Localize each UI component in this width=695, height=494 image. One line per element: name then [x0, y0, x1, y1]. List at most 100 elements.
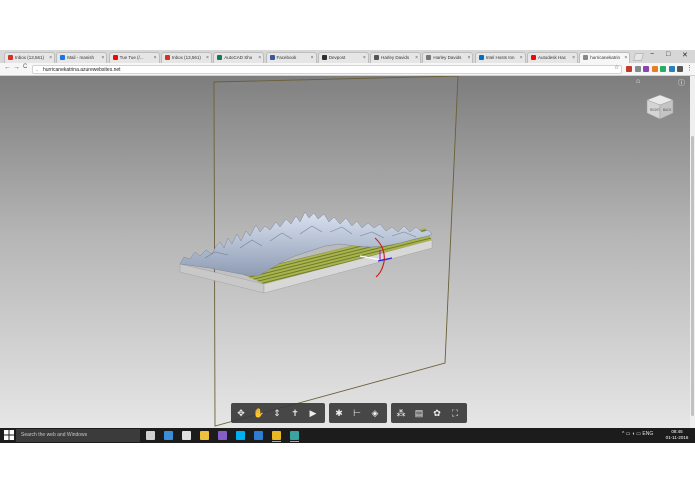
properties-icon[interactable]: ▤ — [412, 406, 426, 420]
tab-favicon-icon — [269, 55, 275, 60]
browser-tab[interactable]: Mail - manish × — [56, 52, 108, 63]
extension-icon[interactable] — [626, 66, 632, 72]
tab-title: Tue Tue (/... — [119, 55, 144, 60]
clock-date: 01-11-2016 — [665, 435, 689, 440]
extension-icon[interactable] — [651, 66, 658, 72]
measure-icon[interactable]: ⊢ — [350, 406, 364, 420]
back-button[interactable]: ← — [4, 64, 11, 71]
tab-title: Intel Hosts Inn — [485, 55, 515, 60]
chrome-icon[interactable] — [272, 431, 281, 440]
toolbar-group: ✱ ⊢ ◈ — [329, 403, 387, 423]
orbit-icon[interactable]: ✥ — [234, 406, 248, 420]
browser-menu-icon[interactable]: ⋮ — [686, 64, 693, 72]
page-icon: ▫ — [36, 68, 38, 74]
extension-icon[interactable] — [668, 66, 675, 72]
browser-tab[interactable]: Harley Davids × — [370, 52, 422, 63]
tab-close-icon[interactable]: × — [572, 53, 575, 63]
close-window-button[interactable]: ✕ — [682, 51, 688, 59]
bookmark-star-icon[interactable]: ☆ — [614, 64, 619, 71]
taskbar-clock[interactable]: 08:45 01-11-2016 — [660, 429, 694, 441]
tab-close-icon[interactable]: × — [258, 53, 261, 63]
browser-tab[interactable]: Inbox (13,561) × — [160, 52, 212, 63]
extension-icon[interactable] — [643, 66, 649, 72]
first-person-icon[interactable]: ✝ — [288, 406, 302, 420]
tab-title: Facebook — [276, 55, 297, 60]
browser-tab[interactable]: Autodesk Hac × — [527, 52, 578, 63]
tab-close-icon[interactable]: × — [520, 53, 523, 63]
tab-close-icon[interactable]: × — [415, 53, 418, 63]
tab-close-icon[interactable]: × — [206, 53, 209, 63]
extension-icon[interactable] — [677, 66, 683, 72]
browser-tab[interactable]: hurricanekatrin × — [579, 52, 631, 63]
minimize-button[interactable]: − — [650, 51, 654, 58]
settings-icon[interactable]: ✿ — [430, 406, 444, 420]
tab-title: Mail - manish — [67, 55, 95, 60]
tab-favicon-icon — [478, 55, 484, 60]
tab-favicon-icon — [426, 55, 432, 60]
tab-close-icon[interactable]: × — [467, 53, 470, 63]
viewcube-face-left: RIGHT — [650, 108, 660, 112]
tab-title: Harley Davids — [381, 55, 410, 60]
running-indicator — [272, 441, 281, 442]
tab-close-icon[interactable]: × — [624, 53, 627, 63]
windows-logo-icon[interactable] — [4, 430, 14, 440]
toolbar-group: ✥ ✋ ⇕ ✝ ▶ — [231, 403, 325, 423]
scrollbar-thumb[interactable] — [691, 136, 694, 416]
tab-close-icon[interactable]: × — [311, 53, 314, 63]
pan-icon[interactable]: ✋ — [252, 406, 266, 420]
viewcube-face-right: BACK — [663, 108, 673, 112]
home-icon[interactable]: ⌂ — [636, 78, 640, 85]
tab-close-icon[interactable]: × — [363, 53, 366, 63]
extension-icon[interactable] — [660, 66, 666, 72]
screen: Inbox (13,561) × Mail - manish × Tue Tue (/.… — [0, 0, 695, 494]
model-browser-icon[interactable]: ⁂ — [394, 406, 408, 420]
tab-favicon-icon — [531, 55, 536, 60]
extension-icon[interactable] — [634, 66, 641, 72]
browser-tab[interactable]: Intel Hosts Inn × — [474, 52, 526, 63]
tab-favicon-icon — [374, 55, 380, 60]
viewer-canvas[interactable]: ⌂ ⓘ RIGHT BACK ✥ ✋ ⇕ ✝ ▶ ✱ ⊢ ◈ ⁂ ▤ ✿ ⛶ — [0, 76, 690, 428]
store-icon[interactable] — [182, 431, 191, 440]
browser-tab[interactable]: Harley Davids × — [422, 52, 474, 63]
page-scrollbar[interactable] — [690, 76, 695, 428]
terrain-scene — [179, 76, 459, 427]
browser-tab[interactable]: Tue Tue (/... × — [108, 52, 160, 63]
section-icon[interactable]: ◈ — [368, 406, 382, 420]
reload-button[interactable]: C — [23, 64, 27, 70]
app-teal-icon[interactable] — [290, 431, 299, 440]
windows-taskbar: Search the web and Windows ^ ▭ ◖ ▭ ENG 0… — [0, 428, 695, 443]
maximize-button[interactable]: □ — [666, 51, 670, 58]
tab-close-icon[interactable]: × — [101, 53, 104, 63]
browser-tab[interactable]: Inbox (13,561) × — [4, 52, 55, 63]
tab-title: Harley Davids — [433, 55, 462, 60]
tab-title: AutoCAD Sho — [224, 55, 253, 60]
edge-icon[interactable] — [164, 431, 173, 440]
browser-tab[interactable]: Devpost × — [317, 52, 369, 63]
zoom-icon[interactable]: ⇕ — [270, 406, 284, 420]
tab-close-icon[interactable]: × — [49, 53, 52, 63]
task-view-icon[interactable] — [146, 431, 155, 440]
visual-studio-icon[interactable] — [218, 431, 227, 440]
explode-icon[interactable]: ✱ — [332, 406, 346, 420]
tab-title: Inbox (13,561) — [171, 55, 201, 60]
tab-favicon-icon — [164, 55, 170, 60]
browser-tab[interactable]: AutoCAD Sho × — [213, 52, 265, 63]
taskbar-search-box[interactable]: Search the web and Windows — [16, 429, 140, 442]
file-explorer-icon[interactable] — [200, 431, 209, 440]
info-icon[interactable]: ⓘ — [678, 78, 685, 88]
fullscreen-icon[interactable]: ⛶ — [448, 406, 462, 420]
toolbar-group: ⁂ ▤ ✿ ⛶ — [391, 403, 467, 423]
tab-favicon-icon — [217, 55, 223, 60]
address-bar[interactable]: ▫ hurricanekatrina.azurewebsites.net — [32, 65, 622, 74]
skype-icon[interactable] — [236, 431, 245, 440]
app-blue-icon[interactable] — [254, 431, 263, 440]
tab-favicon-icon — [112, 55, 118, 60]
view-cube[interactable]: RIGHT BACK — [646, 94, 674, 120]
tab-title: hurricanekatrin — [590, 55, 621, 60]
browser-tab[interactable]: Facebook × — [265, 52, 317, 63]
forward-button[interactable]: → — [13, 64, 20, 71]
tab-close-icon[interactable]: × — [154, 53, 157, 63]
camera-icon[interactable]: ▶ — [306, 406, 320, 420]
system-tray-icons[interactable]: ^ ▭ ◖ ▭ ENG — [622, 431, 653, 437]
tab-title: Inbox (13,561) — [15, 55, 45, 60]
